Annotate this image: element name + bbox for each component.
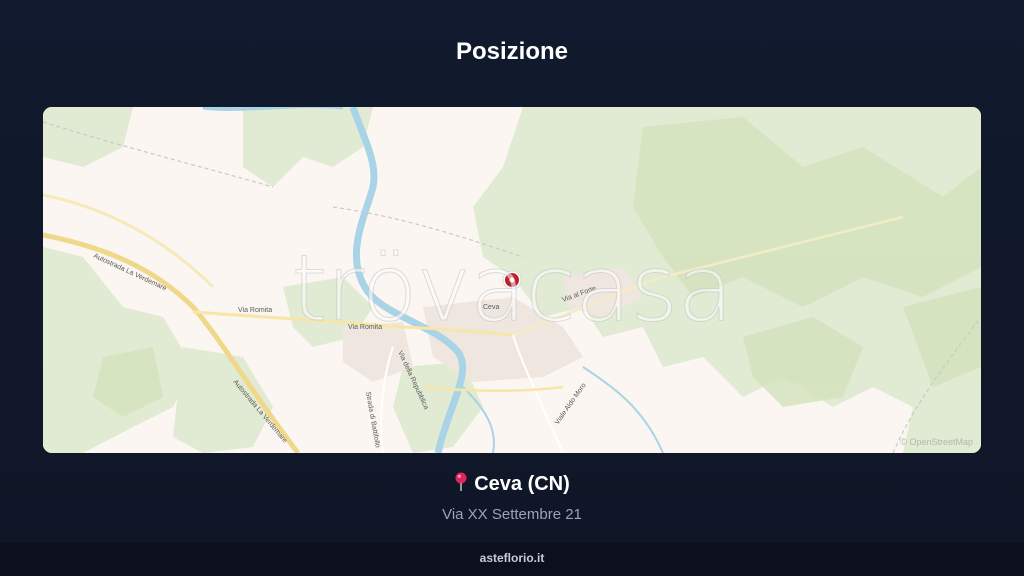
page-title: Posizione [455,38,569,65]
map-attribution[interactable]: © OpenStreetMap [900,437,973,447]
location-address: Via XX Settembre 21 [442,506,582,523]
pin-icon [454,472,468,498]
footer: asteflorio.it [0,543,1024,576]
map-label-road: Via Romita [348,324,382,331]
location-info: Ceva (CN) Via XX Settembre 21 [0,472,1024,523]
map-label-city: Ceva [483,304,499,311]
location-city: Ceva (CN) [474,473,570,495]
map-label-road: Via Romita [238,307,272,314]
location-city-line: Ceva (CN) [0,472,1024,498]
map-canvas: Ceva Via Romita Via Romita Autostrada La… [43,107,981,453]
map-view[interactable]: Ceva Via Romita Via Romita Autostrada La… [43,107,981,453]
footer-brand[interactable]: asteflorio.it [480,551,545,565]
map-marker-icon[interactable] [502,270,522,290]
